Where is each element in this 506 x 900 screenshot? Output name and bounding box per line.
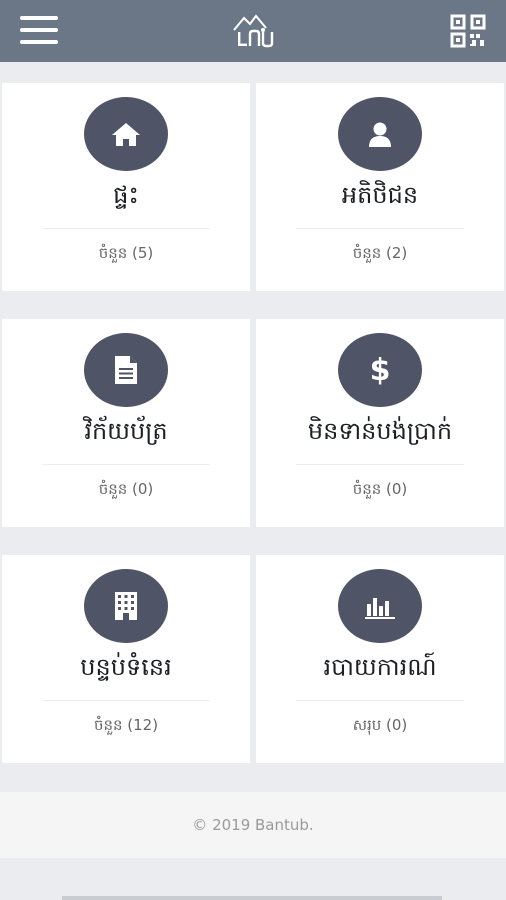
card-title: អតិថិជន: [341, 181, 419, 209]
card-count: ចំនួន (5): [98, 244, 154, 262]
top-bar: [0, 0, 506, 62]
unpaid-card[interactable]: $ មិនទាន់បង់ប្រាក់ ចំនួន (0): [256, 319, 504, 527]
qr-scan-button[interactable]: [450, 14, 486, 48]
divider: [296, 464, 464, 465]
card-count: ចំនួន (2): [352, 244, 408, 262]
hamburger-menu-button[interactable]: [20, 16, 58, 46]
card-title: វិក័យប័ត្រ: [84, 417, 168, 445]
user-icon: [338, 97, 422, 171]
footer: © 2019 Bantub.: [0, 792, 506, 858]
menu-line: [20, 16, 58, 20]
reports-card[interactable]: របាយការណ៍ សរុប (0): [256, 555, 504, 763]
building-icon: [84, 569, 168, 643]
dollar-icon: $: [338, 333, 422, 407]
copyright-text: © 2019 Bantub.: [192, 816, 314, 834]
card-count: ចំនួន (12): [93, 716, 159, 734]
qr-code-icon: [450, 14, 486, 48]
home-icon: [84, 97, 168, 171]
divider: [296, 228, 464, 229]
app-logo: [226, 10, 280, 52]
bar-chart-icon: [338, 569, 422, 643]
menu-line: [20, 28, 58, 32]
card-title: របាយការណ៍: [323, 653, 437, 681]
card-title: ផ្ទះ: [113, 181, 139, 209]
houses-card[interactable]: ផ្ទះ ចំនួន (5): [2, 83, 250, 291]
invoices-card[interactable]: វិក័យប័ត្រ ចំនួន (0): [2, 319, 250, 527]
divider: [42, 700, 210, 701]
document-icon: [84, 333, 168, 407]
card-count: ចំនួន (0): [352, 480, 408, 498]
card-title: មិនទាន់បង់ប្រាក់: [307, 417, 453, 445]
card-title: បន្ទប់ទំនេរ: [80, 653, 172, 681]
divider: [42, 228, 210, 229]
bottom-nav-hint: [62, 896, 442, 900]
card-count: ចំនួន (0): [98, 480, 154, 498]
divider: [296, 700, 464, 701]
menu-line: [20, 40, 58, 44]
vacant-rooms-card[interactable]: បន្ទប់ទំនេរ ចំនួន (12): [2, 555, 250, 763]
customers-card[interactable]: អតិថិជន ចំនួន (2): [256, 83, 504, 291]
card-count: សរុប (0): [352, 716, 408, 734]
divider: [42, 464, 210, 465]
